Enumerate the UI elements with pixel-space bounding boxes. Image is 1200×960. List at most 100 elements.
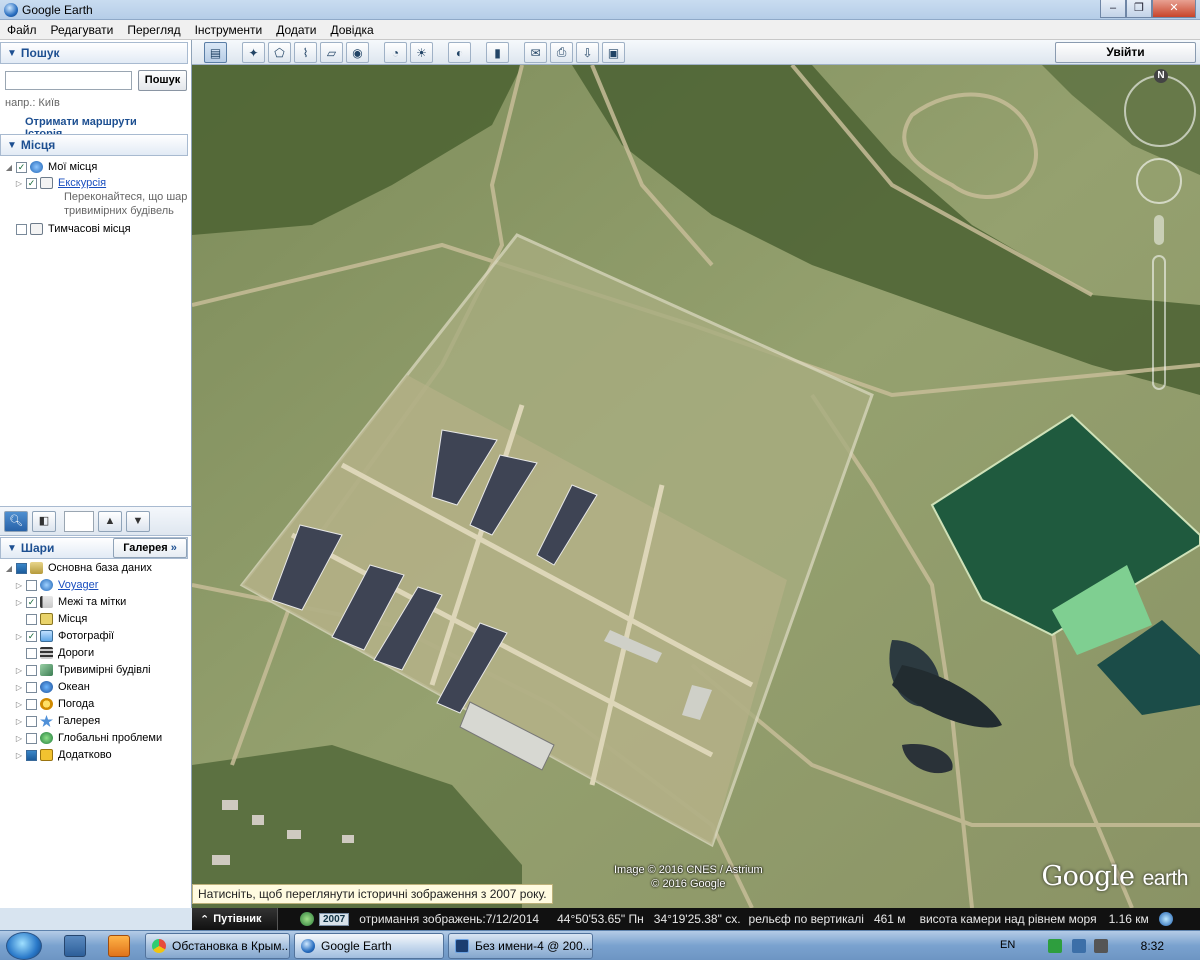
login-button[interactable]: Увійти xyxy=(1055,42,1196,63)
north-indicator[interactable]: N xyxy=(1154,69,1168,83)
checkbox[interactable] xyxy=(26,579,37,591)
search-places-icon[interactable]: 🔍︎ xyxy=(4,511,28,532)
menu-tools[interactable]: Інструменти xyxy=(188,23,270,37)
search-input[interactable] xyxy=(5,71,132,90)
task-google-earth[interactable]: Google Earth xyxy=(294,933,444,959)
places-filter-field[interactable] xyxy=(64,511,94,532)
checkbox[interactable]: ✓ xyxy=(26,596,37,608)
start-button[interactable] xyxy=(6,932,42,960)
layer-global-awareness[interactable]: ▷ Глобальні проблеми xyxy=(14,730,162,746)
layer-3d-buildings[interactable]: ▷ Тривимірні будівлі xyxy=(14,662,151,678)
tree-item-my-places[interactable]: ◢ ✓ Мої місця xyxy=(4,159,97,175)
expand-arrow-icon[interactable]: ▷ xyxy=(14,751,24,760)
checkbox[interactable] xyxy=(26,732,37,744)
checkbox[interactable] xyxy=(26,681,37,693)
volume-tray-icon[interactable] xyxy=(1094,939,1108,953)
map-view[interactable]: N Натисніть, щоб переглянути історичні з… xyxy=(192,65,1200,908)
menu-help[interactable]: Довідка xyxy=(324,23,381,37)
move-control[interactable] xyxy=(1136,158,1182,204)
task-browser[interactable]: Обстановка в Крым... xyxy=(145,933,290,959)
google-earth-logo: Google earth xyxy=(1041,861,1189,892)
input-language[interactable]: EN xyxy=(1000,939,1015,951)
planet-switch-icon[interactable]: ◐ xyxy=(448,42,471,63)
historical-imagery-icon[interactable]: ◔ xyxy=(384,42,407,63)
print-icon[interactable]: ⎙ xyxy=(550,42,573,63)
look-control[interactable] xyxy=(1124,75,1196,147)
clock[interactable]: 8:32 xyxy=(1141,939,1164,953)
checkbox[interactable]: ✓ xyxy=(26,630,37,642)
zoom-slider[interactable] xyxy=(1152,255,1166,390)
layer-more[interactable]: ▷ Додатково xyxy=(14,747,112,763)
layer-ocean[interactable]: ▷ Океан xyxy=(14,679,90,695)
expand-arrow-icon[interactable]: ▷ xyxy=(14,666,24,675)
checkbox[interactable] xyxy=(26,715,37,727)
explorer-icon[interactable] xyxy=(64,935,86,957)
restore-button[interactable]: ❐ xyxy=(1126,0,1152,18)
move-up-icon[interactable]: ▲ xyxy=(98,511,122,532)
close-button[interactable]: ✕ xyxy=(1152,0,1196,18)
expand-arrow-icon[interactable]: ▷ xyxy=(14,598,24,607)
layer-places[interactable]: Місця xyxy=(14,611,87,627)
places-panel-header[interactable]: ▼ Місця xyxy=(0,134,188,156)
checkbox[interactable] xyxy=(26,664,37,676)
expand-arrow-icon[interactable]: ▷ xyxy=(14,581,24,590)
clock-icon[interactable] xyxy=(300,912,314,926)
record-tour-icon[interactable]: ◉ xyxy=(346,42,369,63)
get-directions-link[interactable]: Отримати маршрути xyxy=(25,116,137,128)
expand-arrow-icon[interactable]: ▷ xyxy=(14,632,24,641)
email-icon[interactable]: ✉ xyxy=(524,42,547,63)
historical-imagery-tooltip[interactable]: Натисніть, щоб переглянути історичні зоб… xyxy=(192,884,553,904)
expand-arrow-icon[interactable]: ▷ xyxy=(14,717,24,726)
tour-guide-button[interactable]: ⌃ Путівник xyxy=(192,908,278,930)
menu-file[interactable]: Файл xyxy=(0,23,44,37)
checkbox[interactable] xyxy=(26,647,37,659)
layer-borders-labels[interactable]: ▷ ✓ Межі та мітки xyxy=(14,594,126,610)
minimize-button[interactable]: – xyxy=(1100,0,1126,18)
search-button[interactable]: Пошук xyxy=(138,70,187,91)
checkbox[interactable] xyxy=(16,223,27,235)
checkbox[interactable] xyxy=(26,698,37,710)
sidebar-toggle-icon[interactable]: ▤ xyxy=(204,42,227,63)
layer-voyager[interactable]: ▷ Voyager xyxy=(14,577,98,593)
checkbox[interactable] xyxy=(26,749,37,761)
view-in-maps-icon[interactable]: ▣ xyxy=(602,42,625,63)
layers-panel-header[interactable]: ▼ Шари Галерея » xyxy=(0,537,188,559)
add-path-icon[interactable]: ⌇ xyxy=(294,42,317,63)
add-overlay-icon[interactable]: ▱ xyxy=(320,42,343,63)
tree-item-temporary-places[interactable]: Тимчасові місця xyxy=(14,221,131,237)
gallery-button[interactable]: Галерея » xyxy=(113,538,187,558)
task-photoshop[interactable]: Без имени-4 @ 200... xyxy=(448,933,593,959)
media-player-icon[interactable] xyxy=(108,935,130,957)
layer-photos[interactable]: ▷ ✓ Фотографії xyxy=(14,628,114,644)
checkbox[interactable]: ✓ xyxy=(26,177,37,189)
menu-edit[interactable]: Редагувати xyxy=(44,23,121,37)
move-down-icon[interactable]: ▼ xyxy=(126,511,150,532)
street-view-pegman-icon[interactable] xyxy=(1154,215,1164,245)
display-tray-icon[interactable] xyxy=(1072,939,1086,953)
checkbox[interactable] xyxy=(26,613,37,625)
network-tray-icon[interactable] xyxy=(1048,939,1062,953)
layer-roads[interactable]: Дороги xyxy=(14,645,94,661)
panel-view-icon[interactable]: ◧ xyxy=(32,511,56,532)
ruler-icon[interactable]: ▮ xyxy=(486,42,509,63)
expand-arrow-icon[interactable]: ▷ xyxy=(14,734,24,743)
layer-weather[interactable]: ▷ Погода xyxy=(14,696,94,712)
sun-icon xyxy=(40,698,53,710)
expand-arrow-icon[interactable]: ▷ xyxy=(14,683,24,692)
sunlight-icon[interactable]: ☀ xyxy=(410,42,433,63)
add-polygon-icon[interactable]: ⬠ xyxy=(268,42,291,63)
expand-arrow-icon[interactable]: ▷ xyxy=(14,179,24,188)
menu-add[interactable]: Додати xyxy=(269,23,323,37)
add-placemark-icon[interactable]: ✦ xyxy=(242,42,265,63)
checkbox[interactable] xyxy=(16,562,27,574)
collapse-arrow-icon[interactable]: ◢ xyxy=(4,564,14,573)
layer-primary-database[interactable]: ◢ Основна база даних xyxy=(4,560,152,576)
save-image-icon[interactable]: ⇩ xyxy=(576,42,599,63)
search-panel-header[interactable]: ▼ Пошук xyxy=(0,42,188,64)
menu-view[interactable]: Перегляд xyxy=(120,23,187,37)
expand-arrow-icon[interactable]: ▷ xyxy=(14,700,24,709)
collapse-arrow-icon[interactable]: ◢ xyxy=(4,163,14,172)
year-badge[interactable]: 2007 xyxy=(319,912,350,926)
checkbox[interactable]: ✓ xyxy=(16,161,27,173)
layer-gallery[interactable]: ▷ Галерея xyxy=(14,713,100,729)
